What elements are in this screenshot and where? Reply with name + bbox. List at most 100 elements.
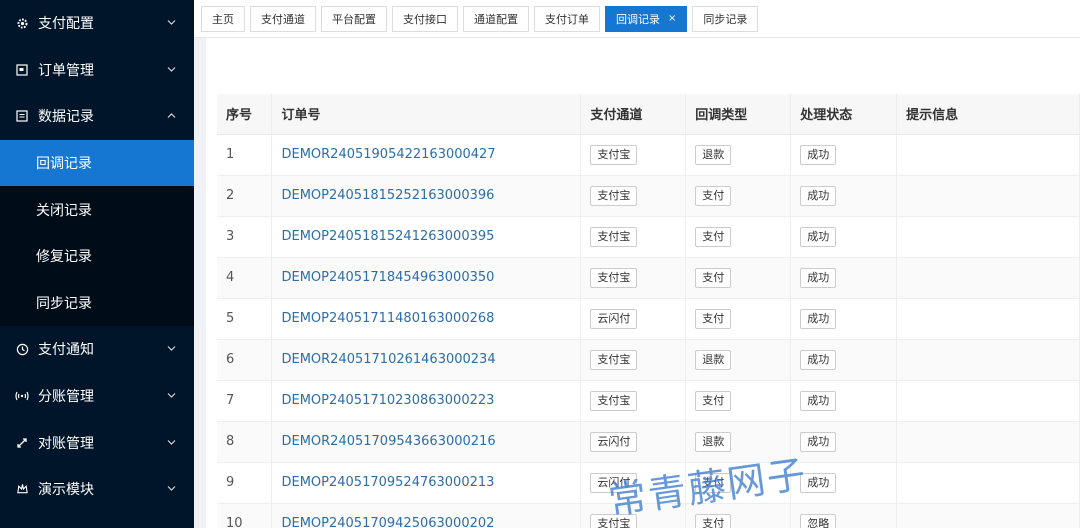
column-header: 提示信息 <box>896 94 1080 135</box>
menu-label: 分账管理 <box>38 389 94 406</box>
channel-badge: 支付宝 <box>590 185 638 206</box>
column-header: 序号 <box>217 94 273 135</box>
table-cell: 支付宝 <box>580 339 687 381</box>
table-row: 2 DEMOP24051815252163000396 支付宝 支付 成功 <box>217 175 1080 217</box>
tab-label: 回调记录 <box>616 12 660 26</box>
channel-badge: 云闪付 <box>590 472 638 493</box>
table-cell: 10 <box>217 503 273 528</box>
tab-platform-config[interactable]: 平台配置 <box>321 5 387 32</box>
table-cell: DEMOP24051815241263000395 <box>271 216 582 258</box>
tab-sync-record[interactable]: 同步记录 <box>692 5 759 32</box>
chevron-down-icon <box>167 391 176 402</box>
table-cell: 成功 <box>790 339 898 381</box>
tab-home[interactable]: 主页 <box>201 5 245 32</box>
status-badge: 成功 <box>800 349 837 370</box>
menu-data-record[interactable]: 数据记录 <box>0 93 194 140</box>
callback-type-badge: 支付 <box>695 308 732 329</box>
tab-label: 支付订单 <box>545 12 589 26</box>
table-cell: DEMOP24051710230863000223 <box>271 380 582 422</box>
row-index: 2 <box>226 188 235 203</box>
status-badge: 成功 <box>800 267 837 288</box>
table-cell: DEMOP24051709425063000202 <box>271 503 582 528</box>
table-cell: 9 <box>217 462 273 504</box>
reconcile-icon <box>14 435 30 451</box>
clock-icon <box>14 341 30 357</box>
table-cell <box>896 216 1080 258</box>
menu-demo-module[interactable]: 演示模块 <box>0 466 194 513</box>
menu-reconcile-manage[interactable]: 对账管理 <box>0 419 194 466</box>
channel-badge: 云闪付 <box>590 431 638 452</box>
status-badge: 成功 <box>800 226 837 247</box>
close-icon[interactable]: × <box>668 13 676 24</box>
table-cell: 成功 <box>790 298 898 340</box>
table-cell: 支付 <box>685 216 792 258</box>
table-cell: DEMOP24051709524763000213 <box>271 462 582 504</box>
tab-channel-config[interactable]: 通道配置 <box>463 5 529 32</box>
table-cell <box>896 421 1080 463</box>
table-cell: DEMOP24051815252163000396 <box>271 175 582 217</box>
callback-type-badge: 支付 <box>695 226 732 247</box>
table-cell: 成功 <box>790 175 898 217</box>
status-badge: 成功 <box>800 431 837 452</box>
table-cell: 1 <box>217 134 273 176</box>
sidebar: 支付配置 订单管理 数据记录 回调记录 关闭记录 修复记录 同步记录 支付通知 <box>0 0 194 528</box>
table-cell: 2 <box>217 175 273 217</box>
order-number-link[interactable]: DEMOR24051905422163000427 <box>281 147 495 162</box>
row-index: 10 <box>226 516 243 528</box>
callback-record-table: 序号 订单号 支付通道 回调类型 处理状态 提示信息 1 DEMOR2405190… <box>217 94 1080 528</box>
menu-order-manage[interactable]: 订单管理 <box>0 47 194 94</box>
table-cell: 云闪付 <box>580 462 687 504</box>
callback-type-badge: 支付 <box>695 267 732 288</box>
tabs-bar: 主页 支付通道 平台配置 支付接口 通道配置 支付订单 回调记录 × 同步记录 <box>194 0 1080 38</box>
tab-pay-order[interactable]: 支付订单 <box>534 5 600 32</box>
menu-label: 支付配置 <box>38 16 94 33</box>
order-number-link[interactable]: DEMOP24051815252163000396 <box>281 188 494 203</box>
tab-callback-record[interactable]: 回调记录 × <box>605 5 688 32</box>
table-cell: 成功 <box>790 216 898 258</box>
tab-pay-channel[interactable]: 支付通道 <box>250 5 316 32</box>
order-number-link[interactable]: DEMOR24051710261463000234 <box>281 352 495 367</box>
order-number-link[interactable]: DEMOP24051718454963000350 <box>281 270 494 285</box>
order-number-link[interactable]: DEMOP24051709524763000213 <box>281 475 494 490</box>
table-cell: 退款 <box>685 421 792 463</box>
table-cell: 支付宝 <box>580 380 687 422</box>
order-number-link[interactable]: DEMOP24051709425063000202 <box>281 516 494 528</box>
table-cell <box>896 298 1080 340</box>
row-index: 9 <box>226 475 235 490</box>
status-badge: 成功 <box>800 308 837 329</box>
menu-pay-config[interactable]: 支付配置 <box>0 0 194 47</box>
table-row: 6 DEMOR24051710261463000234 支付宝 退款 成功 <box>217 339 1080 381</box>
channel-badge: 支付宝 <box>590 226 638 247</box>
table-cell: 云闪付 <box>580 421 687 463</box>
table-cell <box>896 339 1080 381</box>
order-number-link[interactable]: DEMOP24051711480163000268 <box>281 311 494 326</box>
menu-label: 演示模块 <box>38 482 94 499</box>
table-cell: 退款 <box>685 134 792 176</box>
table-row: 4 DEMOP24051718454963000350 支付宝 支付 成功 <box>217 257 1080 299</box>
tab-pay-interface[interactable]: 支付接口 <box>392 5 458 32</box>
table-row: 3 DEMOP24051815241263000395 支付宝 支付 成功 <box>217 216 1080 258</box>
channel-badge: 云闪付 <box>590 308 638 329</box>
sidebar-item-close-record[interactable]: 关闭记录 <box>0 186 194 233</box>
table-cell <box>896 462 1080 504</box>
sidebar-item-callback-record[interactable]: 回调记录 <box>0 139 194 187</box>
row-index: 1 <box>226 147 235 162</box>
main-area: 序号 订单号 支付通道 回调类型 处理状态 提示信息 1 DEMOR2405190… <box>194 38 1080 528</box>
tab-label: 主页 <box>212 12 234 26</box>
sidebar-item-repair-record[interactable]: 修复记录 <box>0 233 194 280</box>
column-header: 回调类型 <box>685 94 792 135</box>
table-cell: DEMOP24051718454963000350 <box>271 257 582 299</box>
table-header-row: 序号 订单号 支付通道 回调类型 处理状态 提示信息 <box>217 94 1080 135</box>
table-cell <box>896 175 1080 217</box>
row-index: 8 <box>226 434 235 449</box>
callback-type-badge: 退款 <box>695 144 732 165</box>
menu-split-manage[interactable]: 分账管理 <box>0 373 194 420</box>
table-cell: 4 <box>217 257 273 299</box>
order-number-link[interactable]: DEMOP24051815241263000395 <box>281 229 494 244</box>
menu-pay-notify[interactable]: 支付通知 <box>0 326 194 373</box>
table-cell <box>896 380 1080 422</box>
order-number-link[interactable]: DEMOP24051710230863000223 <box>281 393 494 408</box>
order-number-link[interactable]: DEMOR24051709543663000216 <box>281 434 495 449</box>
chevron-up-icon <box>167 111 176 122</box>
sidebar-item-sync-record[interactable]: 同步记录 <box>0 280 194 327</box>
